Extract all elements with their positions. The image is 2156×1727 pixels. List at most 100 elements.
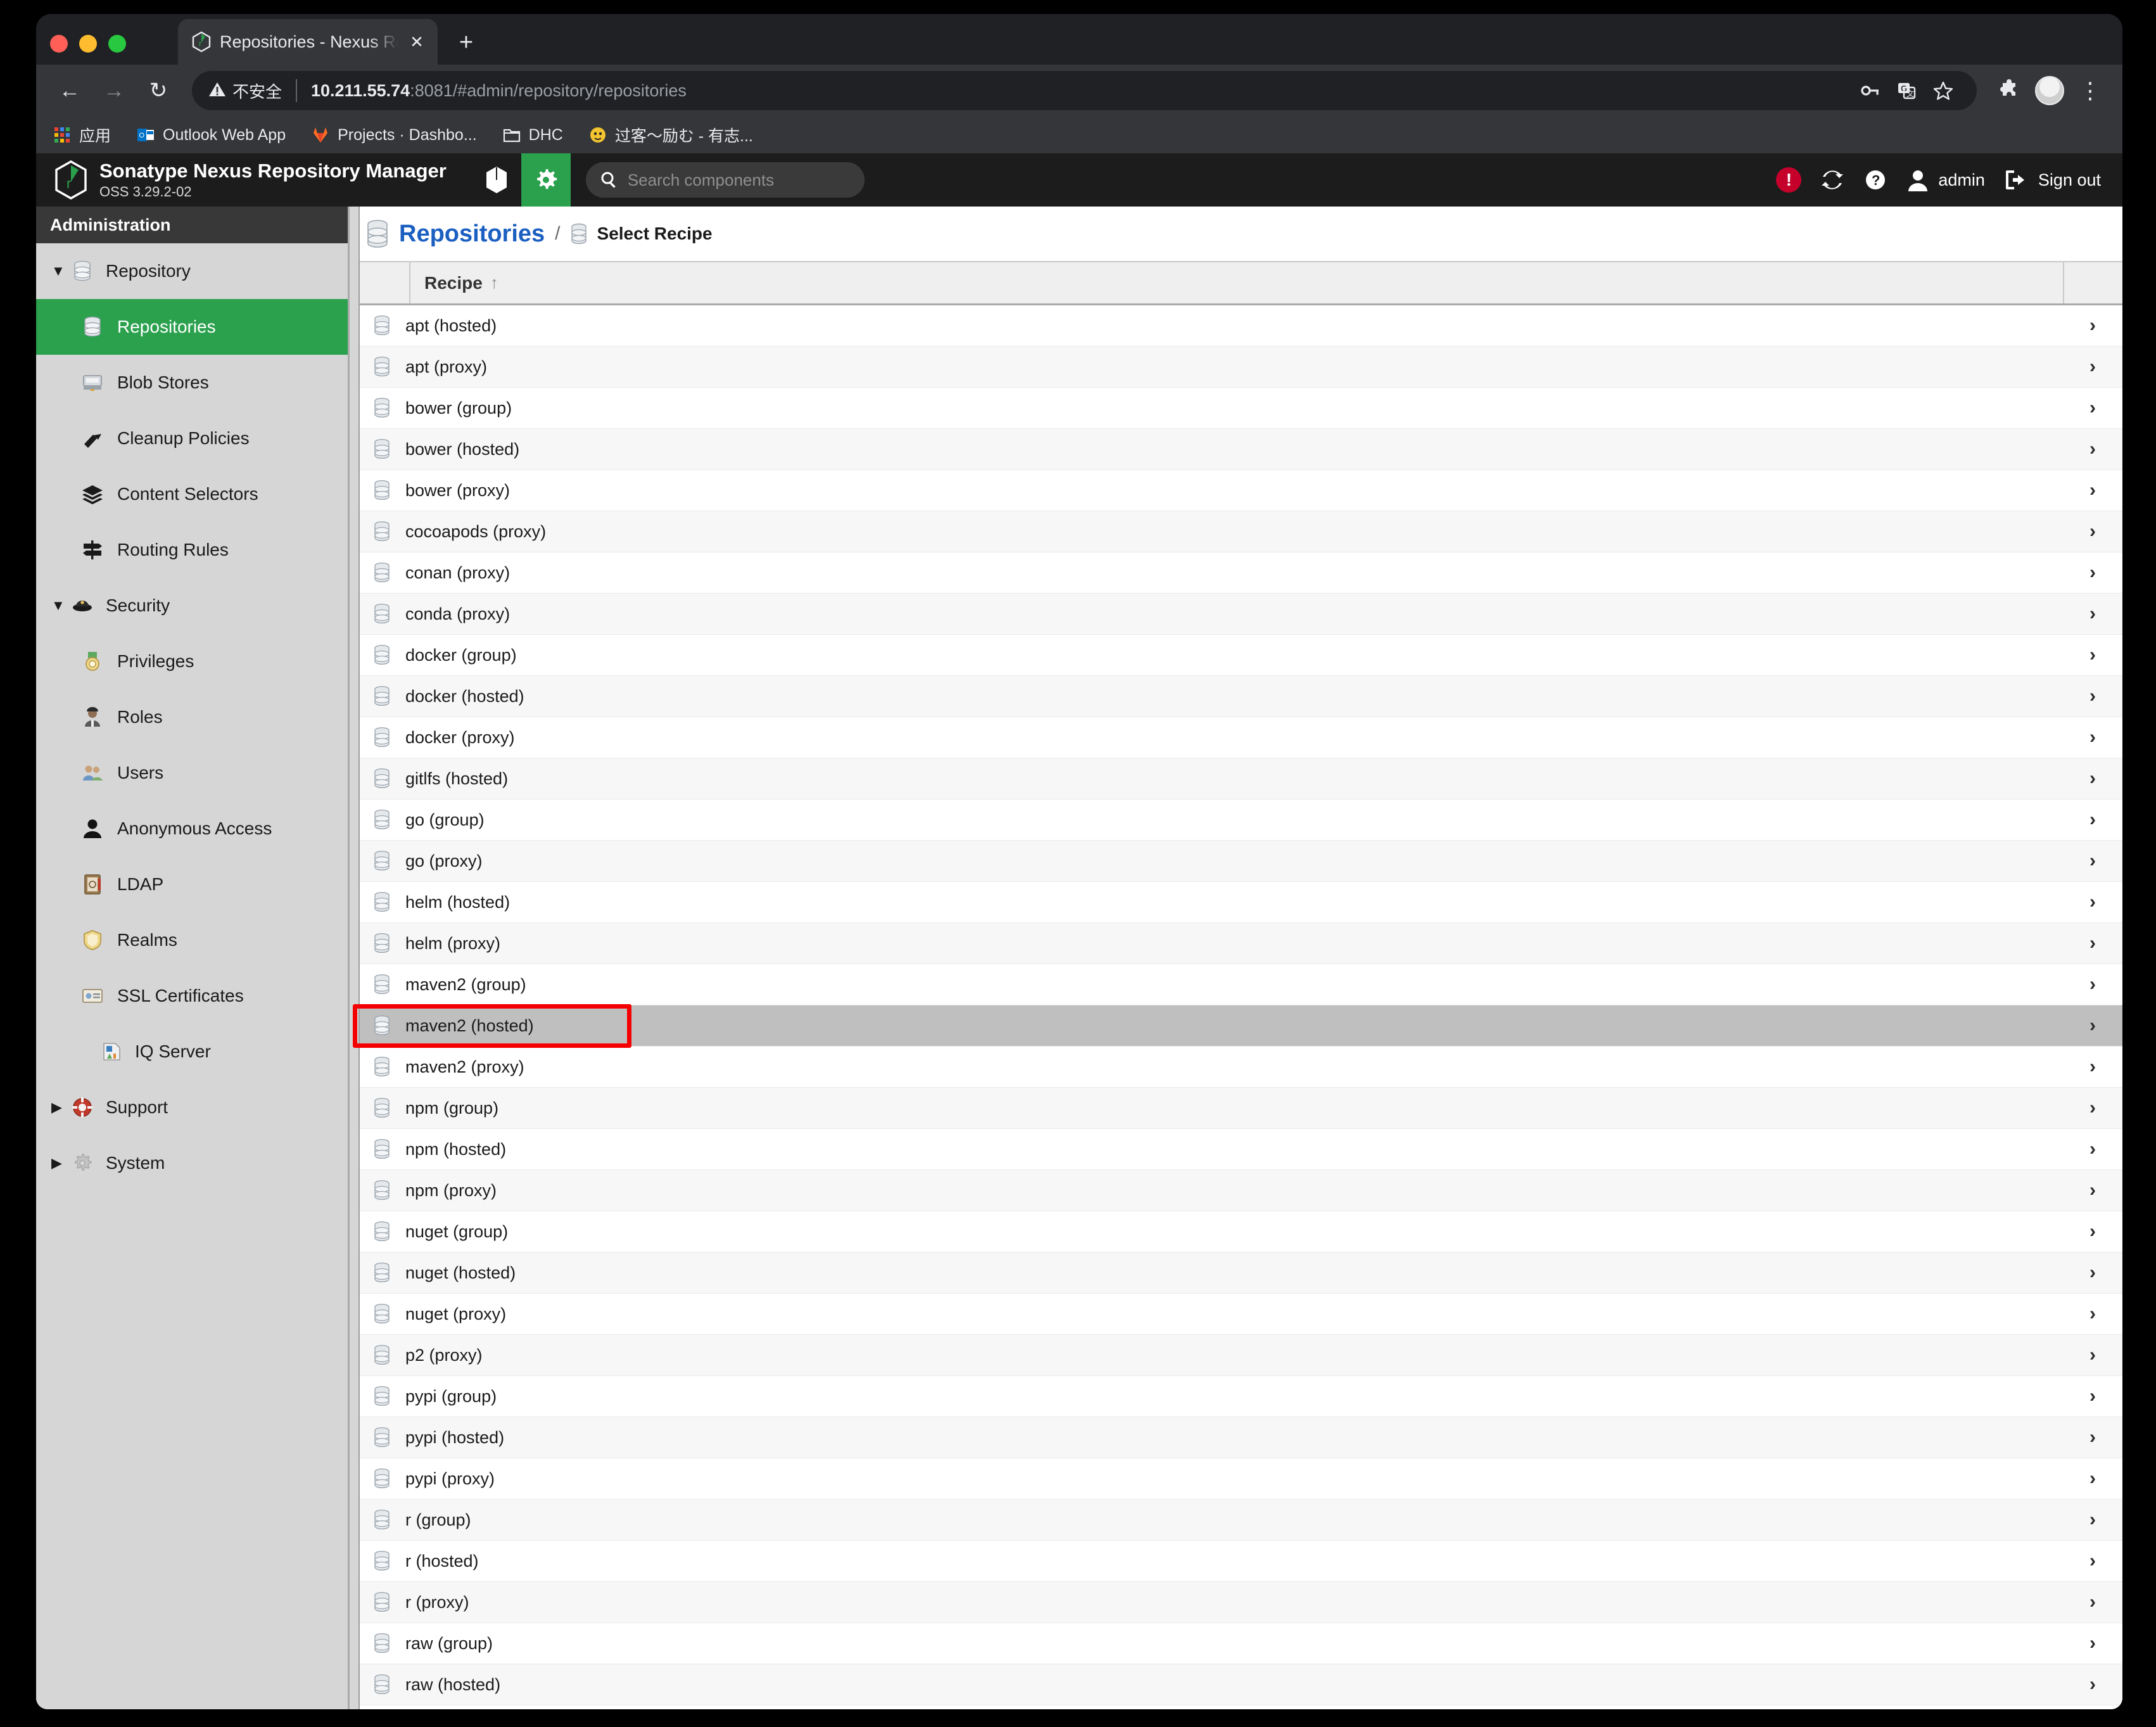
chevron-right-icon[interactable]: › (2063, 809, 2122, 831)
chevron-right-icon[interactable]: › (2063, 1468, 2122, 1489)
table-row[interactable]: maven2 (hosted) › (350, 1005, 2122, 1047)
help-icon[interactable]: ? (1863, 168, 1887, 192)
table-row[interactable]: go (group) › (350, 800, 2122, 841)
profile-avatar[interactable] (2031, 72, 2068, 109)
tab-administration[interactable] (521, 153, 571, 207)
forward-button[interactable]: → (94, 71, 134, 110)
table-row[interactable]: maven2 (group) › (350, 964, 2122, 1005)
bookmark-outlook-web-app[interactable]: O Outlook Web App (136, 125, 286, 144)
sign-out-button[interactable]: Sign out (2004, 169, 2101, 191)
maximize-window-button[interactable] (108, 35, 126, 53)
reload-button[interactable]: ↻ (139, 71, 178, 110)
chevron-right-icon[interactable]: › (2063, 315, 2122, 336)
table-row[interactable]: nuget (proxy) › (350, 1294, 2122, 1335)
chevron-right-icon[interactable]: › (2063, 1303, 2122, 1325)
table-row[interactable]: helm (hosted) › (350, 882, 2122, 923)
chevron-right-icon[interactable]: › (2063, 1015, 2122, 1036)
chevron-right-icon[interactable]: › (2063, 644, 2122, 666)
sidebar-group-support[interactable]: ▶ Support (36, 1080, 348, 1135)
table-row[interactable]: gitlfs (hosted) › (350, 758, 2122, 800)
sidebar-item-users[interactable]: Users (36, 745, 348, 801)
table-row[interactable]: raw (group) › (350, 1623, 2122, 1664)
sidebar-group-security[interactable]: ▼ Security (36, 578, 348, 634)
table-row[interactable]: npm (group) › (350, 1088, 2122, 1129)
chevron-right-icon[interactable]: › (2063, 1386, 2122, 1407)
password-key-icon[interactable] (1853, 73, 1887, 108)
table-row[interactable]: conan (proxy) › (350, 552, 2122, 594)
sidebar-group-repository[interactable]: ▼ Repository (36, 243, 348, 299)
table-row[interactable]: pypi (proxy) › (350, 1458, 2122, 1500)
bookmark-blog[interactable]: 过客～励む - 有志... (588, 124, 753, 146)
table-row[interactable]: cocoapods (proxy) › (350, 511, 2122, 552)
tab-browse[interactable] (472, 153, 521, 207)
table-row[interactable]: r (group) › (350, 1500, 2122, 1541)
sidebar-item-content-selectors[interactable]: Content Selectors (36, 466, 348, 522)
table-row[interactable]: npm (proxy) › (350, 1170, 2122, 1211)
table-row[interactable]: raw (hosted) › (350, 1664, 2122, 1705)
new-tab-button[interactable]: + (452, 30, 481, 54)
chevron-right-icon[interactable]: › (2063, 521, 2122, 542)
table-row[interactable]: docker (proxy) › (350, 717, 2122, 758)
table-row[interactable]: r (hosted) › (350, 1541, 2122, 1582)
chevron-right-icon[interactable]: › (2063, 1591, 2122, 1613)
chevron-right-icon[interactable]: › (2063, 1138, 2122, 1160)
table-row[interactable]: bower (proxy) › (350, 470, 2122, 511)
table-row[interactable]: npm (hosted) › (350, 1129, 2122, 1170)
alert-badge[interactable]: ! (1776, 167, 1802, 193)
chevron-right-icon[interactable]: › (2063, 1509, 2122, 1531)
chevron-right-icon[interactable]: › (2063, 1344, 2122, 1366)
table-row[interactable]: apt (proxy) › (350, 347, 2122, 388)
table-row[interactable]: pypi (hosted) › (350, 1417, 2122, 1458)
table-row[interactable]: p2 (proxy) › (350, 1335, 2122, 1376)
sidebar-item-ldap[interactable]: LDAP (36, 857, 348, 912)
table-row[interactable]: raw (proxy)› (350, 1705, 2122, 1709)
chevron-right-icon[interactable]: › (2063, 727, 2122, 748)
close-tab-button[interactable]: ✕ (406, 34, 428, 50)
table-row[interactable]: docker (hosted) › (350, 676, 2122, 717)
sidebar-group-iq-server[interactable]: IQ Server (36, 1024, 348, 1080)
close-window-button[interactable] (50, 35, 68, 53)
sidebar-item-roles[interactable]: Roles (36, 689, 348, 745)
bookmark-star-icon[interactable] (1926, 73, 1960, 108)
table-row[interactable]: nuget (hosted) › (350, 1252, 2122, 1294)
translate-icon[interactable]: G文 (1889, 73, 1924, 108)
chevron-right-icon[interactable]: › (2063, 562, 2122, 583)
refresh-icon[interactable] (1820, 168, 1844, 192)
chevron-right-icon[interactable]: › (2063, 603, 2122, 625)
chevron-right-icon[interactable]: ▶ (51, 1156, 70, 1170)
table-row[interactable]: bower (group) › (350, 388, 2122, 429)
table-row[interactable]: r (proxy) › (350, 1582, 2122, 1623)
table-row[interactable]: maven2 (proxy) › (350, 1047, 2122, 1088)
sidebar-group-system[interactable]: ▶ System (36, 1135, 348, 1191)
minimize-window-button[interactable] (79, 35, 97, 53)
chevron-right-icon[interactable]: › (2063, 1674, 2122, 1695)
chevron-right-icon[interactable]: › (2063, 1180, 2122, 1201)
bookmark-projects-dashboard[interactable]: Projects · Dashbo... (311, 125, 477, 144)
sidebar-item-ssl-certificates[interactable]: SSL Certificates (36, 968, 348, 1024)
table-row[interactable]: bower (hosted) › (350, 429, 2122, 470)
site-security-indicator[interactable]: 不安全 (208, 79, 282, 103)
chevron-right-icon[interactable]: › (2063, 850, 2122, 872)
chevron-down-icon[interactable]: ▼ (51, 264, 70, 278)
table-row[interactable]: helm (proxy) › (350, 923, 2122, 964)
sidebar-item-cleanup-policies[interactable]: Cleanup Policies (36, 411, 348, 466)
search-input[interactable]: Search components (628, 170, 774, 190)
table-row[interactable]: go (proxy) › (350, 841, 2122, 882)
grid-header-recipe-column[interactable]: Recipe ↑ (410, 262, 2063, 303)
table-row[interactable]: apt (hosted) › (350, 305, 2122, 347)
chevron-right-icon[interactable]: › (2063, 891, 2122, 913)
browser-tab[interactable]: r Repositories - Nexus Repository Manage… (178, 19, 438, 65)
breadcrumb-repositories-link[interactable]: Repositories (399, 220, 545, 248)
chevron-right-icon[interactable]: › (2063, 438, 2122, 460)
chevron-right-icon[interactable]: › (2063, 1633, 2122, 1654)
sidebar-item-privileges[interactable]: Privileges (36, 634, 348, 689)
chevron-right-icon[interactable]: › (2063, 1262, 2122, 1284)
chevron-right-icon[interactable]: › (2063, 1427, 2122, 1448)
search-components-box[interactable]: Search components (585, 162, 865, 198)
address-bar[interactable]: 不安全 10.211.55.74:8081/#admin/repository/… (192, 71, 1977, 110)
chevron-right-icon[interactable]: › (2063, 933, 2122, 954)
sidebar-item-routing-rules[interactable]: Routing Rules (36, 522, 348, 578)
sidebar-item-blob-stores[interactable]: Blob Stores (36, 355, 348, 411)
bookmark-dhc[interactable]: DHC (502, 125, 563, 144)
sidebar-item-repositories[interactable]: Repositories (36, 299, 348, 355)
